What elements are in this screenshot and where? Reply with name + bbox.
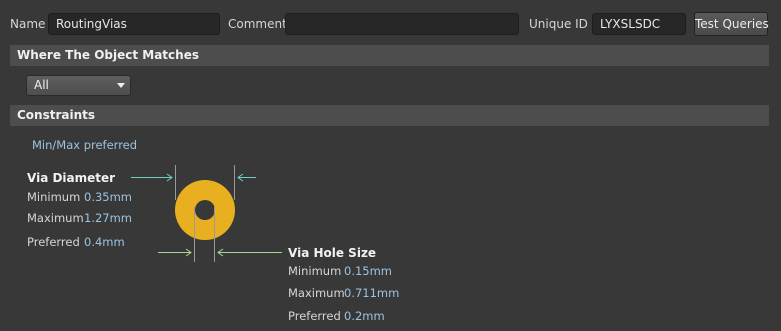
diameter-arrowhead-right xyxy=(237,173,244,182)
via-hole-max-label: Maximum xyxy=(288,286,345,300)
match-scope-dropdown[interactable]: All xyxy=(26,75,131,96)
via-hole-min-label: Minimum xyxy=(288,264,342,278)
diameter-arrowhead-left xyxy=(166,173,173,182)
via-diameter-title: Via Diameter xyxy=(27,171,116,185)
via-diameter-pref-label: Preferred xyxy=(27,235,80,249)
via-diameter-max-value[interactable]: 1.27mm xyxy=(84,211,132,225)
via-diameter-max-label: Maximum xyxy=(27,211,84,225)
comment-label: Comment xyxy=(228,17,287,31)
via-hole-shape xyxy=(195,200,215,220)
hole-arrowhead-right xyxy=(217,248,224,257)
comment-input[interactable] xyxy=(285,13,519,35)
via-pad-shape xyxy=(175,180,235,240)
where-object-matches-header: Where The Object Matches xyxy=(10,45,769,66)
hole-arrowhead-left xyxy=(185,248,192,257)
match-scope-value: All xyxy=(34,78,49,92)
unique-id-label: Unique ID xyxy=(529,17,588,31)
name-label: Name xyxy=(10,17,46,31)
name-input[interactable]: RoutingVias xyxy=(48,13,220,35)
via-hole-max-value[interactable]: 0.711mm xyxy=(344,286,399,300)
via-diameter-min-label: Minimum xyxy=(27,190,81,204)
via-hole-min-value[interactable]: 0.15mm xyxy=(344,264,392,278)
chevron-down-icon xyxy=(117,83,125,88)
constraints-header: Constraints xyxy=(10,105,769,126)
via-hole-size-title: Via Hole Size xyxy=(288,246,377,260)
test-queries-button[interactable]: Test Queries xyxy=(694,12,769,36)
min-max-preferred-link[interactable]: Min/Max preferred xyxy=(32,138,137,152)
via-diameter-min-value[interactable]: 0.35mm xyxy=(84,190,132,204)
via-hole-pref-label: Preferred xyxy=(288,309,341,323)
via-hole-pref-value[interactable]: 0.2mm xyxy=(344,309,385,323)
unique-id-input[interactable]: LYXSLSDC xyxy=(592,13,686,35)
via-diameter-pref-value[interactable]: 0.4mm xyxy=(84,235,125,249)
